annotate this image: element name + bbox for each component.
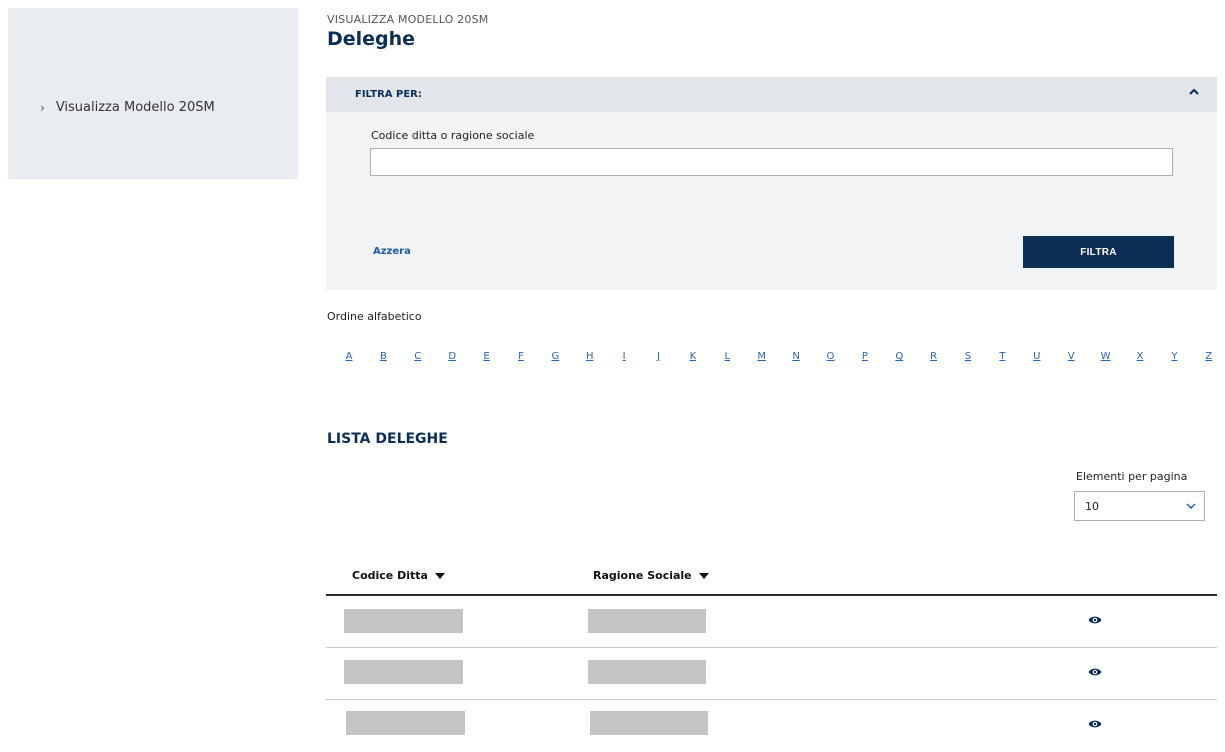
alphabet-letter-c[interactable]: C	[413, 351, 423, 362]
eye-icon[interactable]	[1088, 719, 1102, 729]
alphabet-letter-m[interactable]: M	[757, 351, 767, 362]
alphabet-letter-o[interactable]: O	[825, 351, 835, 362]
sidebar-item-label: Visualizza Modello 20SM	[55, 100, 215, 115]
caret-down-icon	[698, 572, 709, 579]
alphabet-letter-y[interactable]: Y	[1169, 351, 1179, 362]
alphabet-letter-t[interactable]: T	[997, 351, 1007, 362]
alphabet-letter-z[interactable]: Z	[1204, 351, 1214, 362]
caret-down-icon	[434, 572, 445, 579]
column-header-codice-ditta[interactable]: Codice Ditta	[352, 569, 445, 582]
filter-field-label: Codice ditta o ragione sociale	[371, 129, 535, 142]
redacted-ragione-sociale	[588, 609, 706, 633]
alphabet-letter-w[interactable]: W	[1101, 351, 1111, 362]
chevron-right-icon: ›	[40, 100, 45, 115]
company-search-input[interactable]	[370, 148, 1173, 176]
chevron-down-icon	[1186, 503, 1196, 510]
chevron-up-icon[interactable]	[1187, 85, 1201, 99]
redacted-ragione-sociale	[590, 711, 708, 735]
reset-link[interactable]: Azzera	[373, 246, 411, 257]
alphabet-letter-r[interactable]: R	[929, 351, 939, 362]
alphabet-letter-b[interactable]: B	[378, 351, 388, 362]
alphabet-letter-x[interactable]: X	[1135, 351, 1145, 362]
alphabet-letter-v[interactable]: V	[1066, 351, 1076, 362]
alphabet-letter-f[interactable]: F	[516, 351, 526, 362]
filter-panel: FILTRA PER: Codice ditta o ragione socia…	[326, 77, 1217, 290]
filter-button[interactable]: FILTRA	[1023, 236, 1174, 268]
eye-icon[interactable]	[1088, 667, 1102, 677]
alphabet-letter-a[interactable]: A	[344, 351, 354, 362]
alphabet-letter-q[interactable]: Q	[894, 351, 904, 362]
per-page-select[interactable]: 10	[1074, 491, 1205, 521]
page-title: Deleghe	[327, 28, 416, 50]
alphabet-label: Ordine alfabetico	[327, 310, 422, 323]
alphabet-index: A B C D E F G H I J K L M N O P Q R S T U V W X Y Z	[344, 351, 1214, 362]
sidebar-item-visualizza-modello[interactable]: › Visualizza Modello 20SM	[40, 100, 215, 115]
per-page-value: 10	[1085, 500, 1099, 513]
list-title: LISTA DELEGHE	[327, 431, 448, 447]
alphabet-letter-j[interactable]: J	[654, 351, 664, 362]
column-header-label: Codice Ditta	[352, 569, 428, 582]
alphabet-letter-s[interactable]: S	[963, 351, 973, 362]
filter-heading: FILTRA PER:	[355, 89, 422, 100]
breadcrumb: VISUALIZZA MODELLO 20SM	[327, 13, 489, 26]
alphabet-letter-p[interactable]: P	[860, 351, 870, 362]
column-header-label: Ragione Sociale	[593, 569, 692, 582]
alphabet-letter-g[interactable]: G	[550, 351, 560, 362]
alphabet-letter-u[interactable]: U	[1032, 351, 1042, 362]
redacted-ragione-sociale	[588, 660, 706, 684]
filter-panel-header[interactable]: FILTRA PER:	[326, 77, 1217, 112]
sidebar: › Visualizza Modello 20SM	[8, 8, 298, 179]
alphabet-letter-l[interactable]: L	[722, 351, 732, 362]
alphabet-letter-k[interactable]: K	[688, 351, 698, 362]
per-page-label: Elementi per pagina	[1076, 470, 1188, 483]
alphabet-letter-n[interactable]: N	[791, 351, 801, 362]
redacted-codice-ditta	[346, 711, 465, 735]
column-header-ragione-sociale[interactable]: Ragione Sociale	[593, 569, 709, 582]
alphabet-letter-e[interactable]: E	[482, 351, 492, 362]
eye-icon[interactable]	[1088, 615, 1102, 625]
redacted-codice-ditta	[344, 609, 463, 633]
alphabet-letter-d[interactable]: D	[447, 351, 457, 362]
alphabet-letter-i[interactable]: I	[619, 351, 629, 362]
table-row	[326, 700, 1217, 752]
alphabet-letter-h[interactable]: H	[585, 351, 595, 362]
table-row	[326, 648, 1217, 700]
redacted-codice-ditta	[344, 660, 463, 684]
table-row	[326, 596, 1217, 648]
